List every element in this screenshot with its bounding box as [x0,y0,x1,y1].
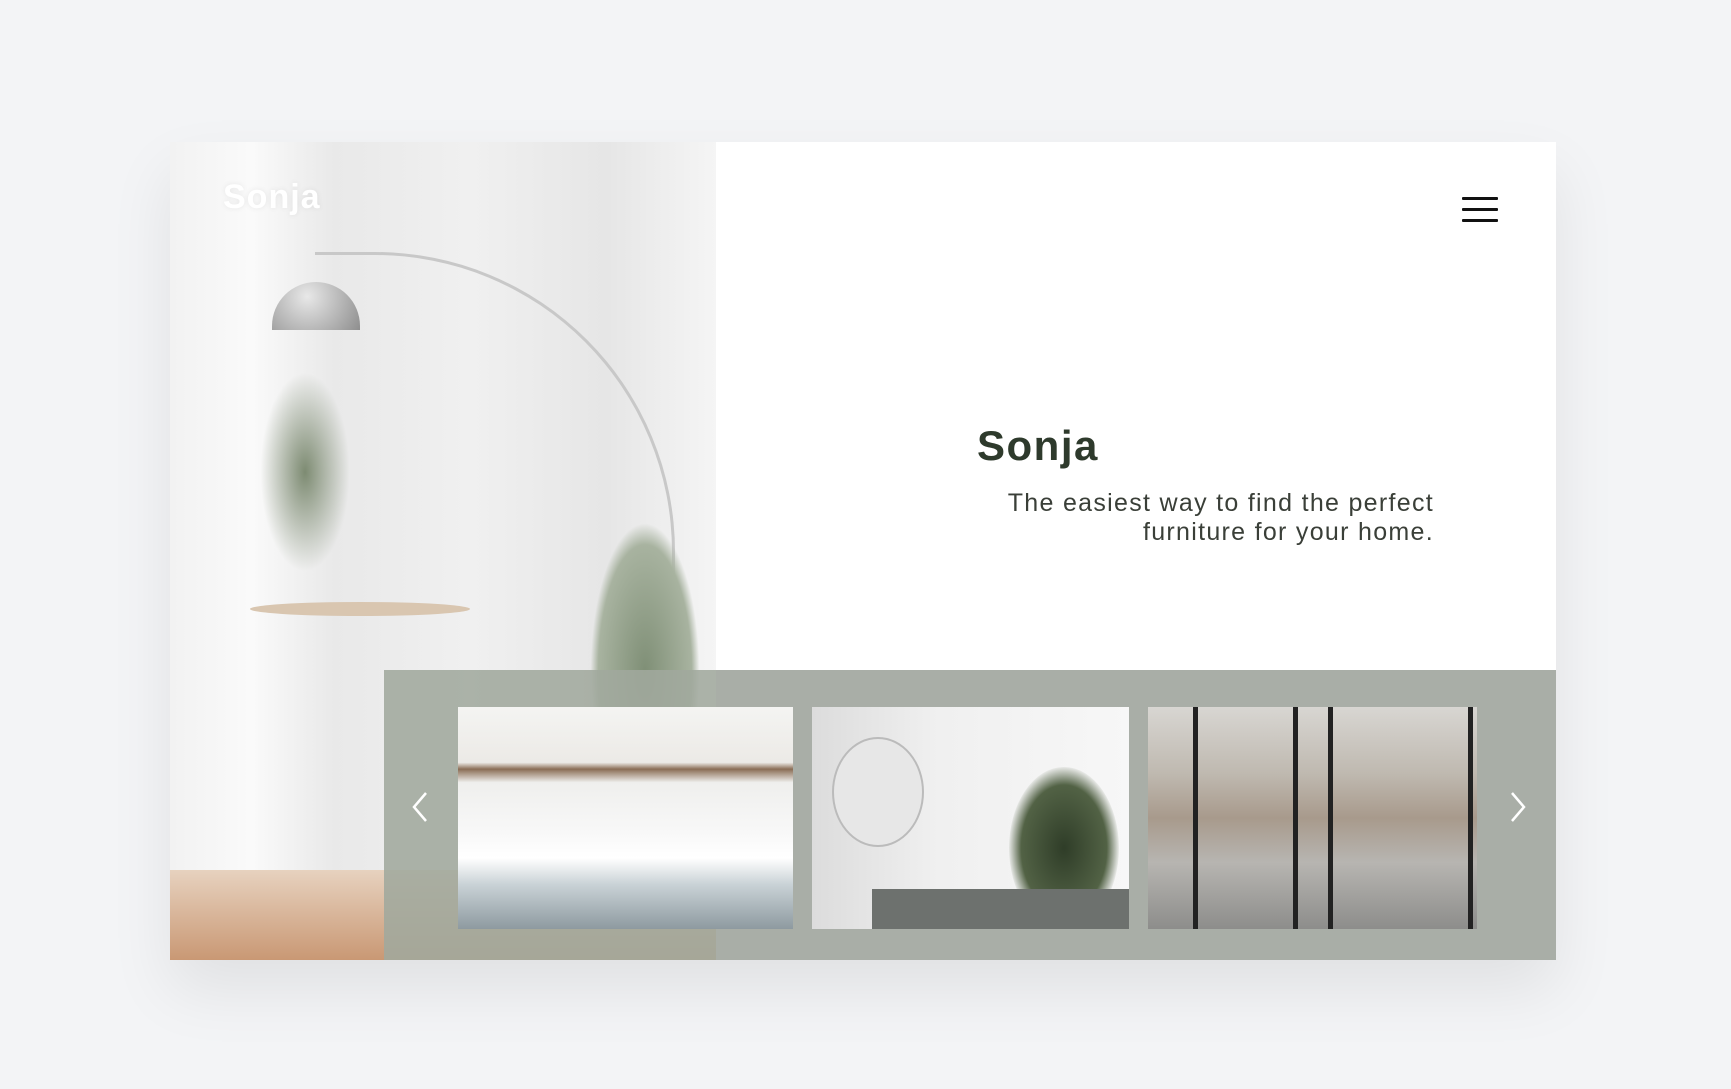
chevron-left-icon [412,792,427,822]
hero-tagline: The easiest way to find the perfect furn… [1007,489,1434,546]
carousel-next-button[interactable] [1502,787,1532,827]
chevron-right-icon [1511,792,1526,822]
logo[interactable]: Sonja [223,178,321,217]
hero-title: Sonja [977,422,1099,469]
carousel-slide-kitchen[interactable] [458,707,793,929]
hamburger-menu-icon[interactable] [1462,197,1498,223]
carousel-prev-button[interactable] [406,787,436,827]
carousel-slide-bathroom[interactable] [812,707,1129,929]
carousel-slide-office[interactable] [1148,707,1477,929]
landing-card: Sonja Sonja The easiest way to find the … [170,142,1556,960]
